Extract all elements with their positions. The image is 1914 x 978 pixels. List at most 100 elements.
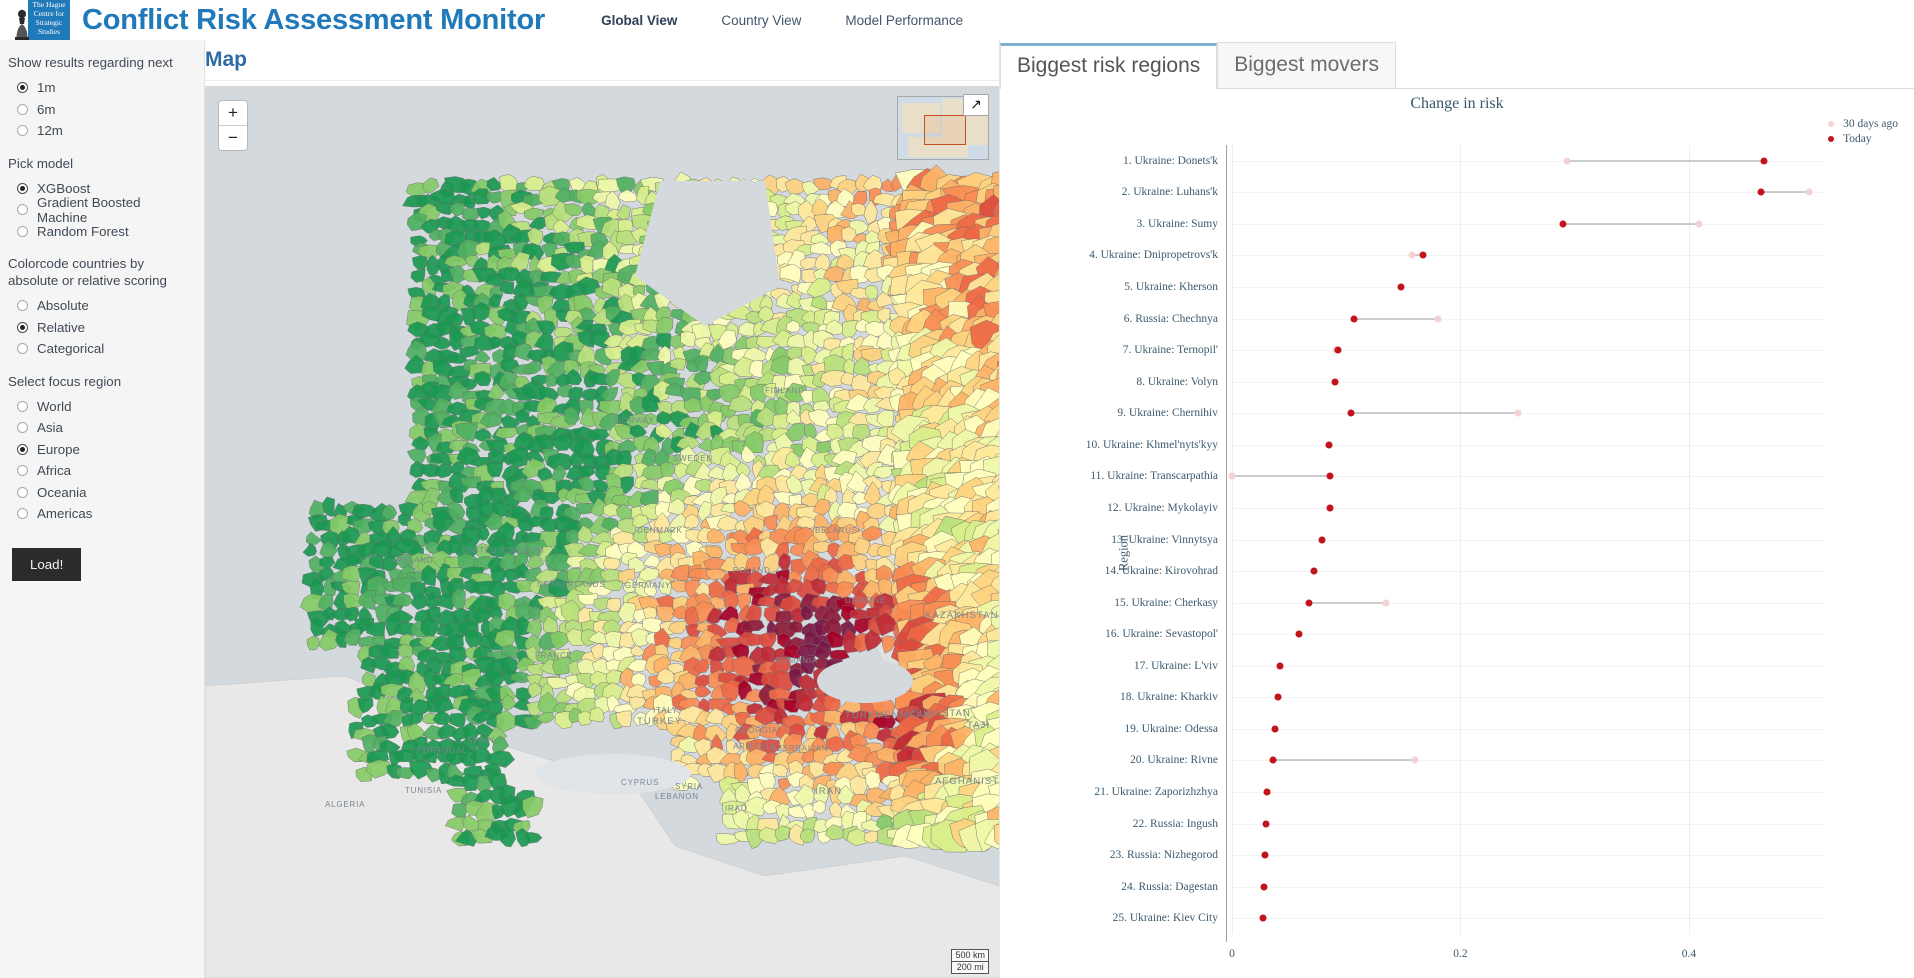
radio-icon-6m[interactable] [17,103,28,115]
x-axis-tick-label: 0.2 [1453,948,1468,960]
radio-icon-relative[interactable] [17,321,28,333]
radio-label-gbm: Gradient Boosted Machine [37,194,141,225]
data-point-today[interactable] [1334,346,1342,354]
radio-icon-12m[interactable] [17,125,28,137]
data-point-today[interactable] [1760,157,1768,165]
data-point-today[interactable] [1263,788,1271,796]
radio-label-12m: 12m [37,123,63,139]
radio-option-6m[interactable]: 6m [8,99,194,121]
radio-option-world[interactable]: World [8,396,194,418]
minimap-viewport-rect[interactable] [924,115,966,145]
radio-option-relative[interactable]: Relative [8,317,194,339]
chart-category-label: 2. Ukraine: Luhans'k [1121,186,1218,199]
data-point-today[interactable] [1419,251,1427,259]
chart-category-label: 18. Ukraine: Kharkiv [1119,691,1218,704]
data-point-today[interactable] [1271,725,1279,733]
radio-option-categorical[interactable]: Categorical [8,338,194,360]
nav-item-global-view[interactable]: Global View [579,13,699,28]
group-colorcode: Colorcode countries by absolute or relat… [8,255,194,360]
data-point-today[interactable] [1276,662,1284,670]
data-point-today[interactable] [1295,630,1303,638]
data-point-today[interactable] [1326,472,1334,480]
data-point-past[interactable] [1695,220,1703,228]
data-point-today[interactable] [1757,188,1765,196]
radio-option-gbm[interactable]: Gradient Boosted Machine [8,195,194,225]
radio-icon-absolute[interactable] [17,300,28,312]
chart-gridline-v [1232,145,1233,934]
radio-icon-africa[interactable] [17,465,28,477]
data-point-today[interactable] [1326,504,1334,512]
nav-item-model-performance[interactable]: Model Performance [823,13,985,28]
data-point-today[interactable] [1559,220,1567,228]
radio-option-asia[interactable]: Asia [8,417,194,439]
radio-label-1m: 1m [37,80,56,96]
radio-option-oceania[interactable]: Oceania [8,482,194,504]
radio-option-europe[interactable]: Europe [8,439,194,461]
group-focus-region: Select focus region World Asia Europe Af… [8,373,194,525]
data-point-past[interactable] [1408,251,1416,259]
group-horizon-label: Show results regarding next [8,55,173,70]
load-button[interactable]: Load! [12,547,82,581]
leaflet-map[interactable]: + − ↗ 500 km 200 mi FINLAND SWEDEN NORWAY U… [205,86,999,978]
tab-biggest-movers[interactable]: Biggest movers [1217,42,1396,88]
data-point-today[interactable] [1274,693,1282,701]
panel-tabs: Biggest risk regions Biggest movers [1000,40,1914,89]
data-point-past[interactable] [1382,599,1390,607]
group-focus-region-label: Select focus region [8,373,122,389]
data-point-past[interactable] [1563,157,1571,165]
chart-category-label: 20. Ukraine: Rivne [1130,754,1218,767]
radio-label-africa: Africa [37,463,71,479]
radio-icon-gbm[interactable] [17,204,28,216]
chart-gridline-h [1232,791,1826,793]
data-point-today[interactable] [1331,378,1339,386]
data-point-today[interactable] [1262,820,1270,828]
zoom-out-button[interactable]: − [219,126,247,150]
tab-biggest-risk-regions[interactable]: Biggest risk regions [1000,43,1218,89]
radio-icon-americas[interactable] [17,508,28,520]
map-zoom-controls[interactable]: + − [218,100,248,151]
chart-category-label: 19. Ukraine: Odessa [1124,722,1218,735]
data-point-today[interactable] [1310,567,1318,575]
radio-icon-1m[interactable] [17,82,28,94]
radio-icon-categorical[interactable] [17,343,28,355]
data-point-today[interactable] [1350,315,1358,323]
data-point-today[interactable] [1259,914,1267,922]
data-point-today[interactable] [1261,851,1269,859]
radio-option-absolute[interactable]: Absolute [8,295,194,317]
data-point-past[interactable] [1805,188,1813,196]
data-point-today[interactable] [1318,536,1326,543]
radio-icon-oceania[interactable] [17,486,28,498]
radio-option-africa[interactable]: Africa [8,460,194,482]
radio-label-absolute: Absolute [37,298,89,314]
data-point-past[interactable] [1228,472,1236,480]
radio-icon-asia[interactable] [17,422,28,434]
radio-option-12m[interactable]: 12m [8,120,194,142]
data-point-today[interactable] [1347,409,1355,417]
data-point-past[interactable] [1434,315,1442,323]
radio-icon-random-forest[interactable] [17,225,28,237]
radio-label-xgboost: XGBoost [37,180,91,196]
data-point-today[interactable] [1325,441,1333,449]
radio-icon-xgboost[interactable] [17,182,28,194]
radio-icon-world[interactable] [17,400,28,412]
data-point-today[interactable] [1305,599,1313,607]
data-point-today[interactable] [1269,756,1277,764]
logo-line-3: Strategic [35,18,63,27]
radio-option-1m[interactable]: 1m [8,77,194,99]
radio-option-americas[interactable]: Americas [8,503,194,525]
data-point-today[interactable] [1260,883,1268,891]
chart-category-label: 7. Ukraine: Ternopil' [1122,344,1218,357]
data-point-past[interactable] [1411,756,1419,764]
radio-icon-europe[interactable] [17,443,28,455]
expand-icon[interactable]: ↗ [963,94,989,116]
group-horizon: Show results regarding next 1m 6m 12m [8,54,194,142]
zoom-in-button[interactable]: + [219,101,247,126]
chart-category-label: 11. Ukraine: Transcarpathia [1090,470,1218,483]
data-point-today[interactable] [1397,283,1405,291]
chart-category-label: 24. Russia: Dagestan [1121,880,1218,893]
map-panel: Map + − ↗ 500 km 200 mi FINLAND SWEDEN N… [205,40,1000,978]
data-point-past[interactable] [1514,409,1522,417]
chart-gridline-h [1232,223,1826,225]
nav-item-country-view[interactable]: Country View [699,13,823,28]
chart-category-label: 21. Ukraine: Zaporizhzhya [1094,785,1218,798]
